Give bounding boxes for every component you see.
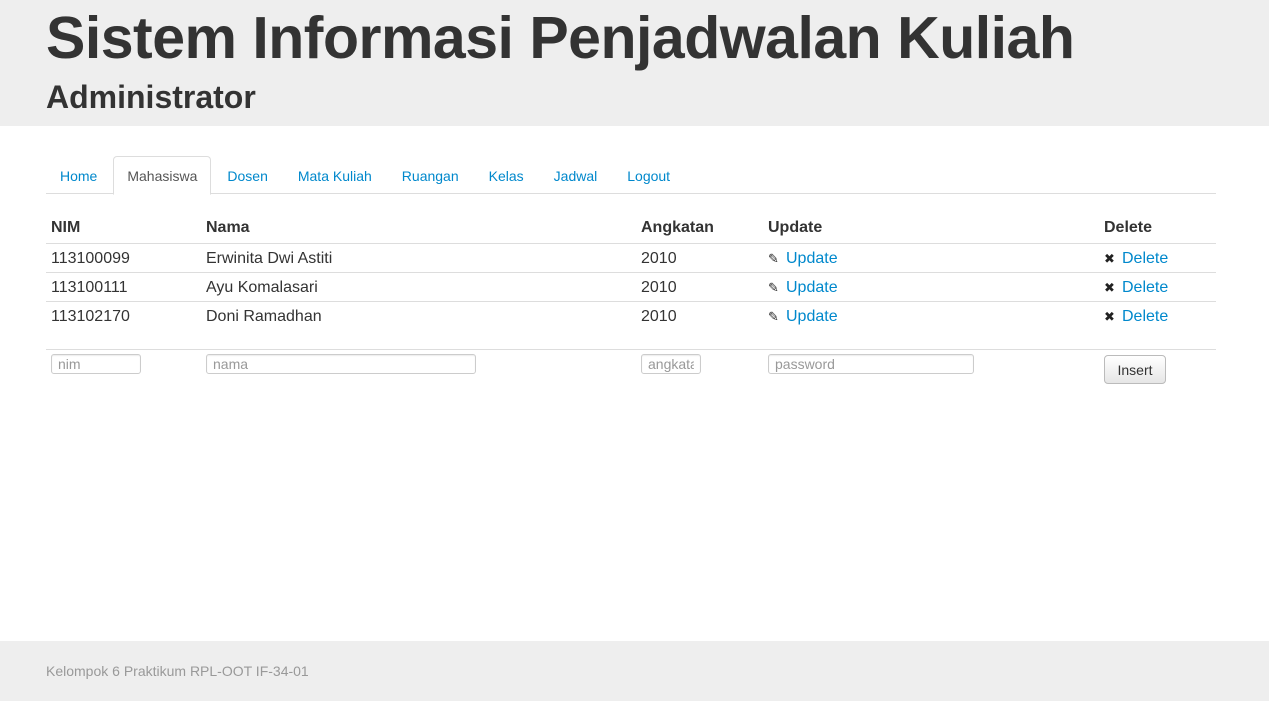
tab-ruangan[interactable]: Ruangan <box>388 156 473 194</box>
cross-icon: ✖ <box>1104 280 1115 295</box>
update-link[interactable]: ✎ Update <box>768 244 838 273</box>
angkatan-cell: 2010 <box>641 250 677 267</box>
cross-icon: ✖ <box>1104 251 1115 266</box>
column-header-nama: Nama <box>206 219 250 236</box>
nama-cell: Doni Ramadhan <box>206 308 322 325</box>
tab-mata-kuliah[interactable]: Mata Kuliah <box>284 156 386 194</box>
nim-input[interactable] <box>51 354 141 374</box>
mahasiswa-table: NIM Nama Angkatan Update Delete 11310009… <box>46 214 1216 330</box>
update-label: Update <box>786 308 838 325</box>
column-header-angkatan: Angkatan <box>641 219 714 236</box>
column-header-nim: NIM <box>51 219 81 236</box>
nama-input[interactable] <box>206 354 476 374</box>
nim-cell: 113100111 <box>51 279 128 296</box>
password-input[interactable] <box>768 354 974 374</box>
footer-text: Kelompok 6 Praktikum RPL-OOT IF-34-01 <box>46 663 309 679</box>
delete-label: Delete <box>1122 308 1169 325</box>
angkatan-cell: 2010 <box>641 308 677 325</box>
angkatan-input[interactable] <box>641 354 701 374</box>
nav-tabs: Home Mahasiswa Dosen Mata Kuliah Ruangan… <box>46 156 1216 195</box>
nama-cell: Ayu Komalasari <box>206 279 318 296</box>
nim-cell: 113102170 <box>51 308 130 325</box>
update-label: Update <box>786 250 838 267</box>
pencil-icon: ✎ <box>768 280 779 295</box>
page: Sistem Informasi Penjadwalan Kuliah Admi… <box>0 0 1269 701</box>
delete-label: Delete <box>1122 250 1169 267</box>
tab-dosen[interactable]: Dosen <box>213 156 281 194</box>
table-row: 113100111 Ayu Komalasari 2010 ✎ Update ✖ D… <box>46 272 1216 301</box>
page-header: Sistem Informasi Penjadwalan Kuliah Admi… <box>0 0 1269 126</box>
tab-kelas[interactable]: Kelas <box>475 156 538 194</box>
pencil-icon: ✎ <box>768 251 779 266</box>
table-header-row: NIM Nama Angkatan Update Delete <box>46 214 1216 243</box>
insert-button[interactable]: Insert <box>1104 355 1166 384</box>
tab-jadwal[interactable]: Jadwal <box>540 156 612 194</box>
app-title: Sistem Informasi Penjadwalan Kuliah <box>46 5 1075 71</box>
delete-label: Delete <box>1122 279 1169 296</box>
delete-link[interactable]: ✖ Delete <box>1104 273 1168 302</box>
nama-cell: Erwinita Dwi Astiti <box>206 250 333 267</box>
update-label: Update <box>786 279 838 296</box>
page-footer: Kelompok 6 Praktikum RPL-OOT IF-34-01 <box>0 641 1269 701</box>
nim-cell: 113100099 <box>51 250 130 267</box>
tab-home[interactable]: Home <box>46 156 111 194</box>
column-header-delete: Delete <box>1104 219 1153 236</box>
cross-icon: ✖ <box>1104 309 1115 324</box>
insert-form: Insert <box>46 349 1216 389</box>
column-header-update: Update <box>768 219 823 236</box>
pencil-icon: ✎ <box>768 309 779 324</box>
angkatan-cell: 2010 <box>641 279 677 296</box>
tab-logout[interactable]: Logout <box>613 156 684 194</box>
table-row: 113100099 Erwinita Dwi Astiti 2010 ✎ Upda… <box>46 243 1216 272</box>
update-link[interactable]: ✎ Update <box>768 273 838 302</box>
role-subtitle: Administrator <box>46 79 256 115</box>
delete-link[interactable]: ✖ Delete <box>1104 302 1168 331</box>
table-row: 113102170 Doni Ramadhan 2010 ✎ Update ✖ De… <box>46 301 1216 330</box>
tab-mahasiswa[interactable]: Mahasiswa <box>113 156 212 195</box>
delete-link[interactable]: ✖ Delete <box>1104 244 1168 273</box>
update-link[interactable]: ✎ Update <box>768 302 838 331</box>
